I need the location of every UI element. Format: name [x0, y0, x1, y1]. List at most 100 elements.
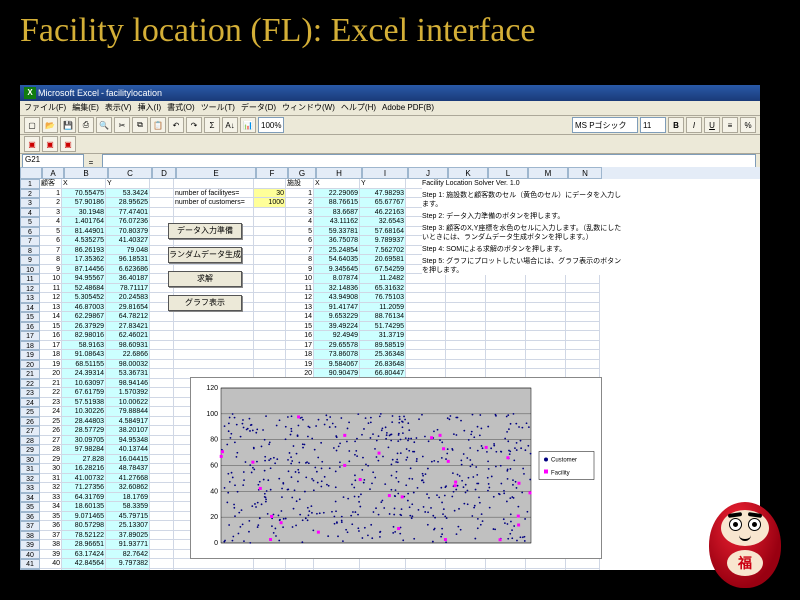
row-header[interactable]: 25 [20, 407, 40, 417]
cell[interactable]: 22 [40, 388, 62, 398]
cell[interactable]: 45.79715 [106, 512, 150, 522]
cell[interactable] [150, 550, 174, 560]
cell[interactable] [254, 217, 286, 227]
cell[interactable] [566, 284, 600, 294]
btn-solve[interactable]: 求解 [168, 271, 242, 287]
cell[interactable]: 40 [40, 559, 62, 569]
col-header[interactable]: G [288, 167, 316, 179]
cell[interactable]: 87.14456 [62, 265, 106, 275]
col-header[interactable]: C [108, 167, 152, 179]
cell[interactable]: 10.00622 [106, 398, 150, 408]
cell[interactable]: 4.584917 [106, 417, 150, 427]
cell[interactable] [486, 284, 526, 294]
cell[interactable]: 58.9163 [62, 341, 106, 351]
cell[interactable] [150, 540, 174, 550]
cell[interactable] [254, 293, 286, 303]
cell[interactable]: 88.76134 [360, 312, 406, 322]
row-header[interactable]: 36 [20, 512, 40, 522]
cell[interactable] [486, 274, 526, 284]
cell[interactable]: 41.40327 [106, 236, 150, 246]
save-icon[interactable]: 💾 [60, 117, 76, 133]
cell[interactable] [406, 303, 446, 313]
cell[interactable]: 1 [286, 189, 314, 199]
cell[interactable] [526, 274, 566, 284]
menu-item[interactable]: 表示(V) [105, 101, 132, 115]
row-header[interactable]: 6 [20, 227, 40, 237]
zoom-select[interactable]: 100% [258, 117, 284, 133]
cell[interactable] [150, 208, 174, 218]
col-header[interactable]: A [42, 167, 64, 179]
row-header[interactable]: 4 [20, 208, 40, 218]
cell[interactable] [406, 559, 446, 569]
cell[interactable] [150, 379, 174, 389]
row-header[interactable]: 13 [20, 293, 40, 303]
cell[interactable] [486, 559, 526, 569]
cell[interactable]: 15 [286, 322, 314, 332]
cell[interactable] [174, 569, 254, 571]
cell[interactable]: 42.84564 [62, 559, 106, 569]
col-header[interactable]: K [448, 167, 488, 179]
cell[interactable]: 29.81654 [106, 303, 150, 313]
cell[interactable] [406, 284, 446, 294]
cell[interactable]: 91.93771 [106, 540, 150, 550]
row-header[interactable]: 32 [20, 474, 40, 484]
preview-icon[interactable]: 🔍 [96, 117, 112, 133]
cell[interactable]: 18 [286, 350, 314, 360]
cell[interactable] [446, 559, 486, 569]
cell[interactable]: 24 [40, 407, 62, 417]
cell[interactable]: 8 [286, 255, 314, 265]
cell[interactable] [174, 350, 254, 360]
cell[interactable]: 73.86078 [314, 350, 360, 360]
row-header[interactable]: 10 [20, 265, 40, 275]
cell[interactable]: 9.789937 [360, 236, 406, 246]
cell[interactable]: 1000 [254, 198, 286, 208]
cell[interactable]: 25.36348 [360, 350, 406, 360]
paste-icon[interactable]: 📋 [150, 117, 166, 133]
cell[interactable]: 32.6543 [360, 217, 406, 227]
menu-item[interactable]: Adobe PDF(B) [382, 101, 434, 115]
row-header[interactable]: 20 [20, 360, 40, 370]
cell[interactable]: 20 [40, 369, 62, 379]
row-header[interactable]: 30 [20, 455, 40, 465]
cell[interactable]: 26.83648 [360, 360, 406, 370]
cell[interactable]: 37.89025 [106, 531, 150, 541]
cell[interactable] [486, 341, 526, 351]
row-header[interactable]: 7 [20, 236, 40, 246]
col-header[interactable]: L [488, 167, 528, 179]
cell[interactable]: 96.18531 [106, 255, 150, 265]
cell[interactable]: 36.75078 [314, 236, 360, 246]
row-header[interactable]: 33 [20, 483, 40, 493]
cell[interactable]: 91.41747 [314, 303, 360, 313]
cell[interactable] [486, 293, 526, 303]
cell[interactable]: 25.13307 [106, 521, 150, 531]
cell[interactable] [526, 303, 566, 313]
cell[interactable] [286, 559, 314, 569]
cell[interactable]: 28.57729 [62, 426, 106, 436]
col-header[interactable]: D [152, 167, 176, 179]
cell[interactable]: 30 [40, 464, 62, 474]
cell[interactable] [174, 312, 254, 322]
cell[interactable]: 81.44901 [62, 227, 106, 237]
cell[interactable]: 41.00732 [62, 474, 106, 484]
cell[interactable]: 41 [40, 569, 62, 571]
cell[interactable]: 65.67767 [360, 198, 406, 208]
cell[interactable]: 23 [40, 398, 62, 408]
menu-item[interactable]: 挿入(I) [138, 101, 162, 115]
cell[interactable] [526, 559, 566, 569]
cell[interactable]: 30 [254, 189, 286, 199]
cell[interactable]: 58.3359 [106, 502, 150, 512]
cell[interactable]: 9.653229 [314, 312, 360, 322]
align-left-icon[interactable]: ≡ [722, 117, 738, 133]
cell[interactable]: 18 [40, 350, 62, 360]
cell[interactable]: 16 [40, 331, 62, 341]
cell[interactable]: 53.36731 [106, 369, 150, 379]
cell[interactable] [150, 322, 174, 332]
cell[interactable] [406, 569, 446, 571]
cell[interactable]: 13 [40, 303, 62, 313]
cell[interactable] [150, 179, 174, 189]
cell[interactable]: 28 [40, 445, 62, 455]
cell[interactable]: 94.95348 [106, 436, 150, 446]
cell[interactable] [150, 360, 174, 370]
cell[interactable]: 92.4949 [314, 331, 360, 341]
cell[interactable]: 94.95567 [62, 274, 106, 284]
